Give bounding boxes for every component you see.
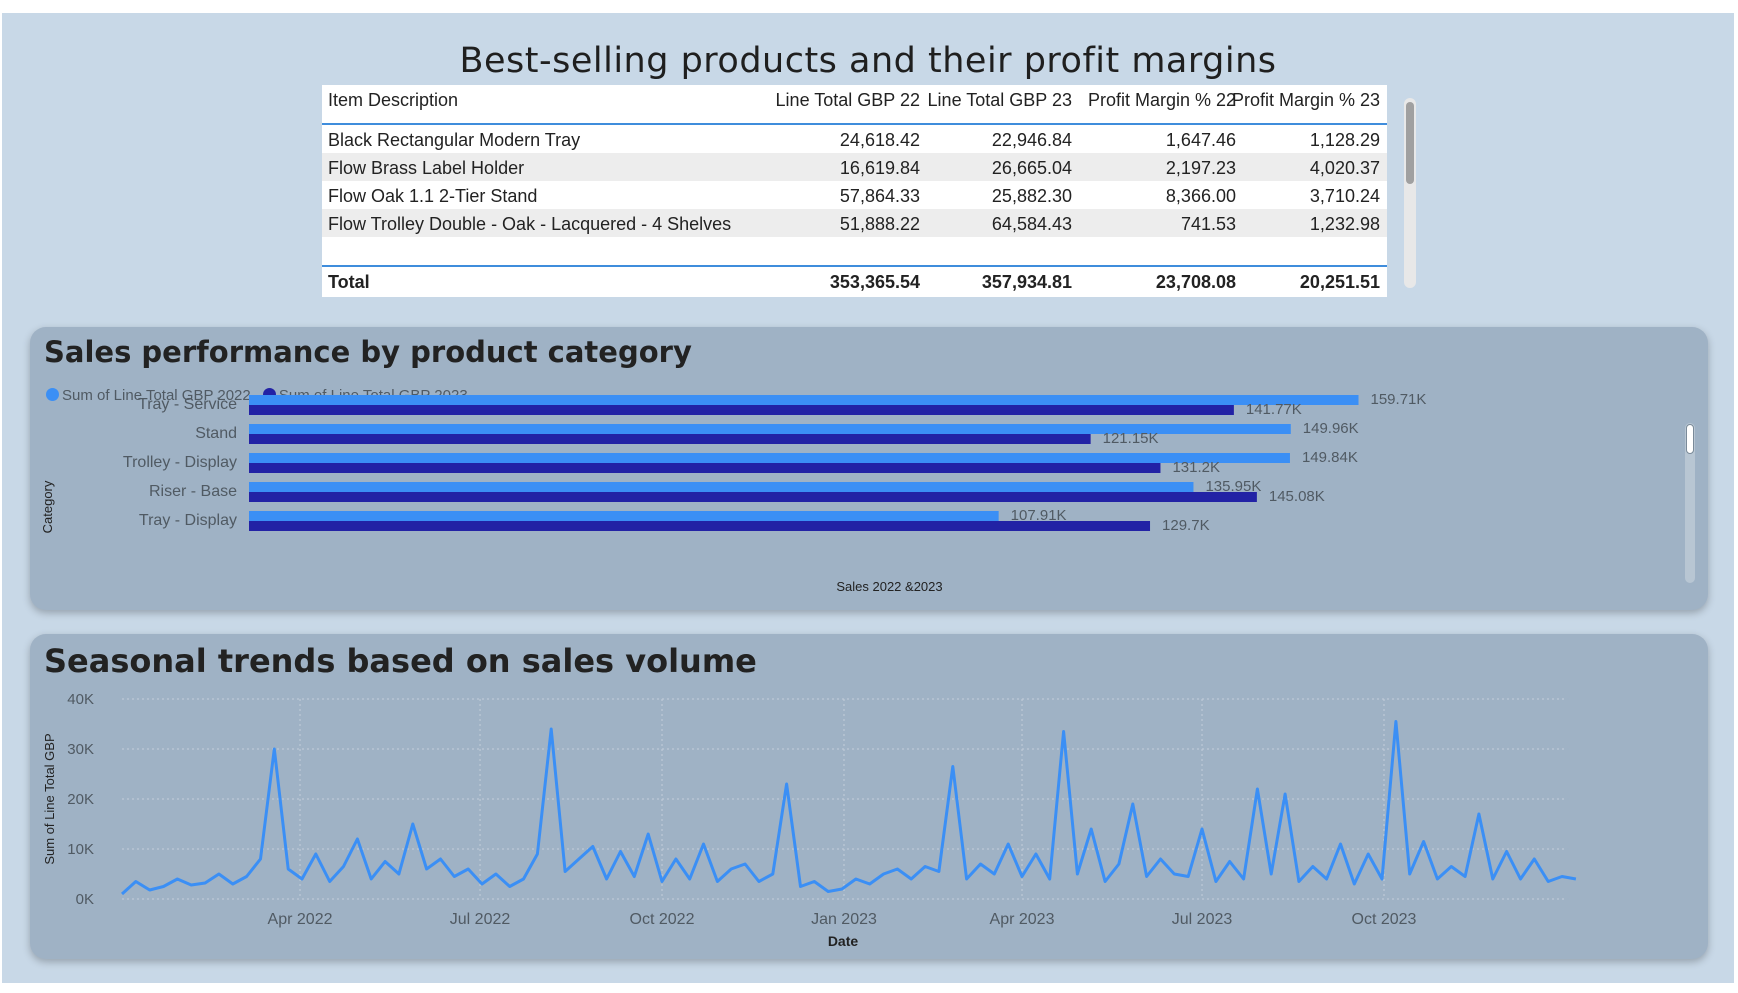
y-tick-label: 40K: [67, 691, 94, 708]
bar-2022: [249, 395, 1359, 405]
column-header-profit-margin-23[interactable]: Profit Margin % 23: [1232, 85, 1380, 123]
table-body: Black Rectangular Modern Tray 24,618.42 …: [322, 125, 1387, 267]
total-line-total-23: 357,934.81: [981, 272, 1072, 292]
table-scrollbar-thumb[interactable]: [1406, 102, 1414, 184]
x-tick-label: Jul 2022: [450, 911, 511, 928]
category-label: Riser - Base: [149, 483, 237, 500]
data-label-2023: 129.7K: [1162, 517, 1210, 534]
y-axis-title: Category: [40, 480, 55, 533]
data-label-2023: 141.77K: [1246, 401, 1302, 418]
data-label-2023: 145.08K: [1269, 488, 1325, 505]
table-header: Item Description Line Total GBP 22 Line …: [322, 85, 1387, 125]
cell-item: Flow Trolley Double - Oak - Lacquered - …: [328, 214, 732, 234]
cell-line-total-22: 51,888.22: [839, 214, 920, 234]
cell-profit-margin-23: 3,710.24: [1309, 186, 1380, 206]
category-label: Tray - Display: [139, 512, 237, 529]
data-label-2023: 131.2K: [1172, 459, 1220, 476]
cell-line-total-22: 57,864.33: [839, 186, 920, 206]
series-line: [120, 720, 1577, 896]
data-label-2022: 149.84K: [1302, 449, 1358, 466]
x-tick-label: Jan 2023: [811, 911, 877, 928]
table-scrollbar[interactable]: [1404, 98, 1416, 288]
table-row-partial[interactable]: [322, 237, 1387, 265]
y-tick-label: 30K: [67, 741, 94, 758]
y-tick-label: 10K: [67, 841, 94, 858]
data-label-2022: 159.71K: [1371, 391, 1427, 408]
bar-2023: [249, 463, 1161, 473]
cell-line-total-23: 26,665.04: [991, 158, 1072, 178]
bar-2023: [249, 405, 1234, 415]
bar-2022: [249, 453, 1290, 463]
x-tick-label: Oct 2022: [630, 911, 695, 928]
cell-profit-margin-22: 8,366.00: [1165, 186, 1236, 206]
bar-chart-scrollbar-thumb[interactable]: [1686, 424, 1694, 454]
cell-line-total-22: 16,619.84: [839, 158, 920, 178]
cell-item: Flow Brass Label Holder: [328, 158, 525, 178]
column-header-item-description[interactable]: Item Description: [328, 85, 458, 123]
total-label: Total: [328, 272, 370, 292]
cell-line-total-22: 24,618.42: [839, 130, 920, 150]
y-tick-label: 0K: [76, 891, 94, 908]
cell-item: Flow Oak 1.1 2-Tier Stand: [328, 186, 538, 206]
cell-profit-margin-23: 4,020.37: [1309, 158, 1380, 178]
cell-line-total-23: 64,584.43: [991, 214, 1072, 234]
cell-profit-margin-23: 1,232.98: [1309, 214, 1380, 234]
page-title: Best-selling products and their profit m…: [459, 41, 1277, 81]
cell-profit-margin-23: 1,128.29: [1309, 130, 1380, 150]
report-canvas: Best-selling products and their profit m…: [2, 13, 1734, 983]
total-line-total-22: 353,365.54: [829, 272, 920, 292]
x-axis-title: Sales 2022 &2023: [836, 579, 942, 594]
category-label: Stand: [195, 425, 237, 442]
column-header-profit-margin-22[interactable]: Profit Margin % 22: [1088, 85, 1236, 123]
table-row[interactable]: Black Rectangular Modern Tray 24,618.42 …: [322, 125, 1387, 153]
column-header-line-total-23[interactable]: Line Total GBP 23: [928, 85, 1072, 123]
product-table: Item Description Line Total GBP 22 Line …: [322, 85, 1387, 300]
category-label: Trolley - Display: [123, 454, 237, 471]
cell-line-total-23: 22,946.84: [991, 130, 1072, 150]
x-tick-label: Oct 2023: [1352, 911, 1417, 928]
y-tick-label: 20K: [67, 791, 94, 808]
bar-2022: [249, 482, 1194, 492]
data-label-2023: 121.15K: [1103, 430, 1159, 447]
data-label-2022: 149.96K: [1303, 420, 1359, 437]
cell-profit-margin-22: 2,197.23: [1165, 158, 1236, 178]
bar-2022: [249, 511, 999, 521]
bar-chart-plot: Tray - Service 159.71K 141.77K Stand 149.96K…: [40, 391, 1427, 594]
x-tick-label: Apr 2023: [990, 911, 1055, 928]
table-row[interactable]: Flow Trolley Double - Oak - Lacquered - …: [322, 209, 1387, 237]
total-profit-margin-23: 20,251.51: [1299, 272, 1380, 292]
cell-profit-margin-22: 741.53: [1180, 214, 1236, 234]
bar-chart-scrollbar[interactable]: [1685, 423, 1695, 583]
table-row[interactable]: Flow Brass Label Holder 16,619.84 26,665…: [322, 153, 1387, 181]
line-chart-card: Seasonal trends based on sales volume 0K…: [30, 634, 1708, 959]
line-chart-plot: 0K 10K 20K 30K 40K Apr 2022 Jul 2022 Oct 2022 Ja…: [42, 691, 1577, 949]
x-axis-title: Date: [828, 933, 859, 949]
category-label: Tray - Service: [138, 396, 237, 413]
table-row[interactable]: Flow Oak 1.1 2-Tier Stand 57,864.33 25,8…: [322, 181, 1387, 209]
bar-chart-card: Sales performance by product category Su…: [30, 327, 1708, 610]
column-header-line-total-22[interactable]: Line Total GBP 22: [776, 85, 920, 123]
bar-2023: [249, 492, 1257, 502]
cell-line-total-23: 25,882.30: [991, 186, 1072, 206]
table-total-row: Total 353,365.54 357,934.81 23,708.08 20…: [322, 267, 1387, 297]
total-profit-margin-22: 23,708.08: [1155, 272, 1236, 292]
x-tick-label: Apr 2022: [268, 911, 333, 928]
cell-item: Black Rectangular Modern Tray: [328, 130, 581, 150]
cell-profit-margin-22: 1,647.46: [1165, 130, 1236, 150]
x-tick-label: Jul 2023: [1172, 911, 1233, 928]
y-axis-title: Sum of Line Total GBP: [42, 733, 57, 864]
bar-2023: [249, 521, 1151, 531]
bar-2023: [249, 434, 1091, 444]
